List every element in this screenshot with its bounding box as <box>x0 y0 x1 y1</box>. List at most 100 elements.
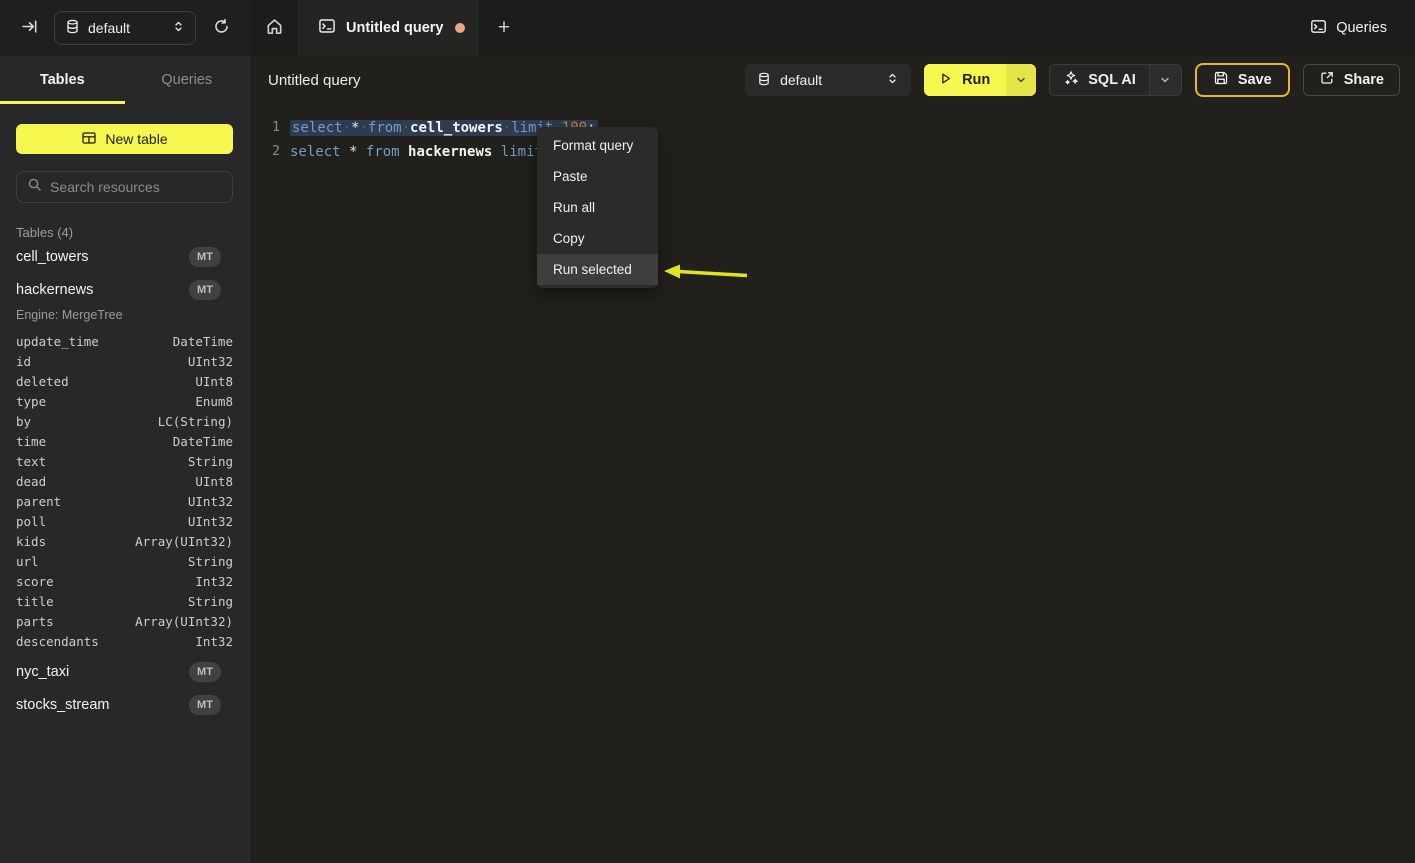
refresh-button[interactable] <box>206 13 236 43</box>
tab-untitled-query[interactable]: Untitled query <box>298 0 479 56</box>
search-input[interactable] <box>50 179 231 195</box>
home-icon <box>265 17 284 39</box>
engine-badge: MT <box>189 695 221 715</box>
schema-column-row: textString <box>16 451 233 471</box>
database-icon <box>757 72 771 89</box>
column-type: UInt8 <box>195 374 233 389</box>
sidebar: Tables Queries New table Tables (4) cell… <box>0 56 250 863</box>
schema-column-row: pollUInt32 <box>16 511 233 531</box>
database-icon <box>65 19 80 37</box>
column-type: Int32 <box>195 634 233 649</box>
column-name: title <box>16 594 54 609</box>
home-button[interactable] <box>250 0 298 56</box>
schema-column-row: time DateTime <box>16 431 233 451</box>
topbar-left: default <box>0 0 250 56</box>
table-name: nyc_taxi <box>16 664 189 680</box>
table-row-stocks-stream[interactable]: stocks_stream MT <box>16 688 233 721</box>
line-number: 1 <box>250 116 280 140</box>
run-dropdown-caret[interactable] <box>1006 64 1036 96</box>
toolbar-buttons: default Run <box>745 63 1400 97</box>
query-title: Untitled query <box>268 72 745 89</box>
tab-strip: Untitled query + <box>250 0 1310 56</box>
toolbar-database-selector[interactable]: default <box>745 64 911 96</box>
column-type: Array(UInt32) <box>135 534 233 549</box>
menu-item-copy[interactable]: Copy <box>537 223 658 254</box>
tab-title: Untitled query <box>346 20 445 36</box>
line-number: 2 <box>250 140 280 164</box>
column-type: Array(UInt32) <box>135 614 233 629</box>
column-name: parts <box>16 614 54 629</box>
topbar-database-selector[interactable]: default <box>54 11 196 45</box>
column-name: time <box>16 434 46 449</box>
column-name: url <box>16 554 39 569</box>
main-area: Untitled query default Run <box>250 56 1415 863</box>
column-type: DateTime <box>173 334 233 349</box>
tables-section-label: Tables (4) <box>16 225 233 240</box>
sql-ai-label: SQL AI <box>1088 72 1136 88</box>
schema-column-row: deadUInt8 <box>16 471 233 491</box>
collapse-sidebar-icon <box>21 18 38 38</box>
new-table-button[interactable]: New table <box>16 124 233 154</box>
table-row-cell-towers[interactable]: cell_towers MT <box>16 240 233 273</box>
column-name: kids <box>16 534 46 549</box>
sidebar-tab-queries[interactable]: Queries <box>125 56 250 104</box>
engine-badge: MT <box>189 662 221 682</box>
code-line[interactable]: 1select·*·from·cell_towers·limit·100; <box>250 116 1415 140</box>
table-row-hackernews[interactable]: hackernews MT <box>16 273 233 306</box>
sql-ai-dropdown-caret[interactable] <box>1149 65 1181 95</box>
schema-column-row: descendantsInt32 <box>16 631 233 651</box>
code-line[interactable]: 2 select * from hackernews limit <box>250 140 1415 164</box>
column-name: dead <box>16 474 46 489</box>
run-label: Run <box>962 72 990 88</box>
schema-column-row: title String <box>16 591 233 611</box>
search-box <box>16 171 233 203</box>
share-button[interactable]: Share <box>1303 64 1400 96</box>
column-type: LC(String) <box>158 414 233 429</box>
table-row-nyc-taxi[interactable]: nyc_taxi MT <box>16 655 233 688</box>
schema-column-row: kids Array(UInt32) <box>16 531 233 551</box>
column-name: id <box>16 354 31 369</box>
code-text: select * from hackernews limit <box>290 144 543 160</box>
column-type: UInt32 <box>188 514 233 529</box>
column-type: Enum8 <box>195 394 233 409</box>
engine-badge: MT <box>189 247 221 267</box>
column-type: Int32 <box>195 574 233 589</box>
menu-item-run-all[interactable]: Run all <box>537 192 658 223</box>
run-button[interactable]: Run <box>924 64 1036 96</box>
engine-badge: MT <box>189 280 221 300</box>
topbar-right: Queries <box>1310 0 1415 56</box>
sql-ai-main[interactable]: SQL AI <box>1050 65 1149 95</box>
chevron-updown-icon <box>172 20 185 36</box>
sidebar-tab-tables[interactable]: Tables <box>0 56 125 104</box>
new-table-label: New table <box>105 131 167 147</box>
collapse-sidebar-button[interactable] <box>14 13 44 43</box>
unsaved-changes-dot <box>455 23 465 33</box>
sidebar-tabs: Tables Queries <box>0 56 249 104</box>
column-type: DateTime <box>173 434 233 449</box>
new-tab-button[interactable]: + <box>479 0 529 56</box>
schema-column-row: parent UInt32 <box>16 491 233 511</box>
sql-ai-button[interactable]: SQL AI <box>1049 64 1182 96</box>
save-button[interactable]: Save <box>1195 63 1290 97</box>
column-type: String <box>188 594 233 609</box>
table-grid-icon <box>81 130 97 149</box>
run-button-main[interactable]: Run <box>924 64 1006 96</box>
column-type: UInt32 <box>188 494 233 509</box>
schema-column-row: deletedUInt8 <box>16 371 233 391</box>
column-name: text <box>16 454 46 469</box>
queries-button[interactable]: Queries <box>1310 18 1387 39</box>
menu-item-paste[interactable]: Paste <box>537 161 658 192</box>
hackernews-engine: Engine: MergeTree <box>16 308 233 322</box>
menu-item-run-selected[interactable]: Run selected <box>537 254 658 285</box>
chevron-updown-icon <box>886 72 899 88</box>
editor-context-menu: Format queryPasteRun allCopyRun selected <box>537 127 658 288</box>
topbar-database-value: default <box>88 20 164 36</box>
column-name: parent <box>16 494 61 509</box>
menu-item-format-query[interactable]: Format query <box>537 130 658 161</box>
column-name: type <box>16 394 46 409</box>
schema-column-row: scoreInt32 <box>16 571 233 591</box>
schema-column-row: urlString <box>16 551 233 571</box>
schema-column-row: idUInt32 <box>16 351 233 371</box>
schema-column-row: update_timeDateTime <box>16 331 233 351</box>
sql-editor[interactable]: 1select·*·from·cell_towers·limit·100;2 se… <box>250 104 1415 164</box>
